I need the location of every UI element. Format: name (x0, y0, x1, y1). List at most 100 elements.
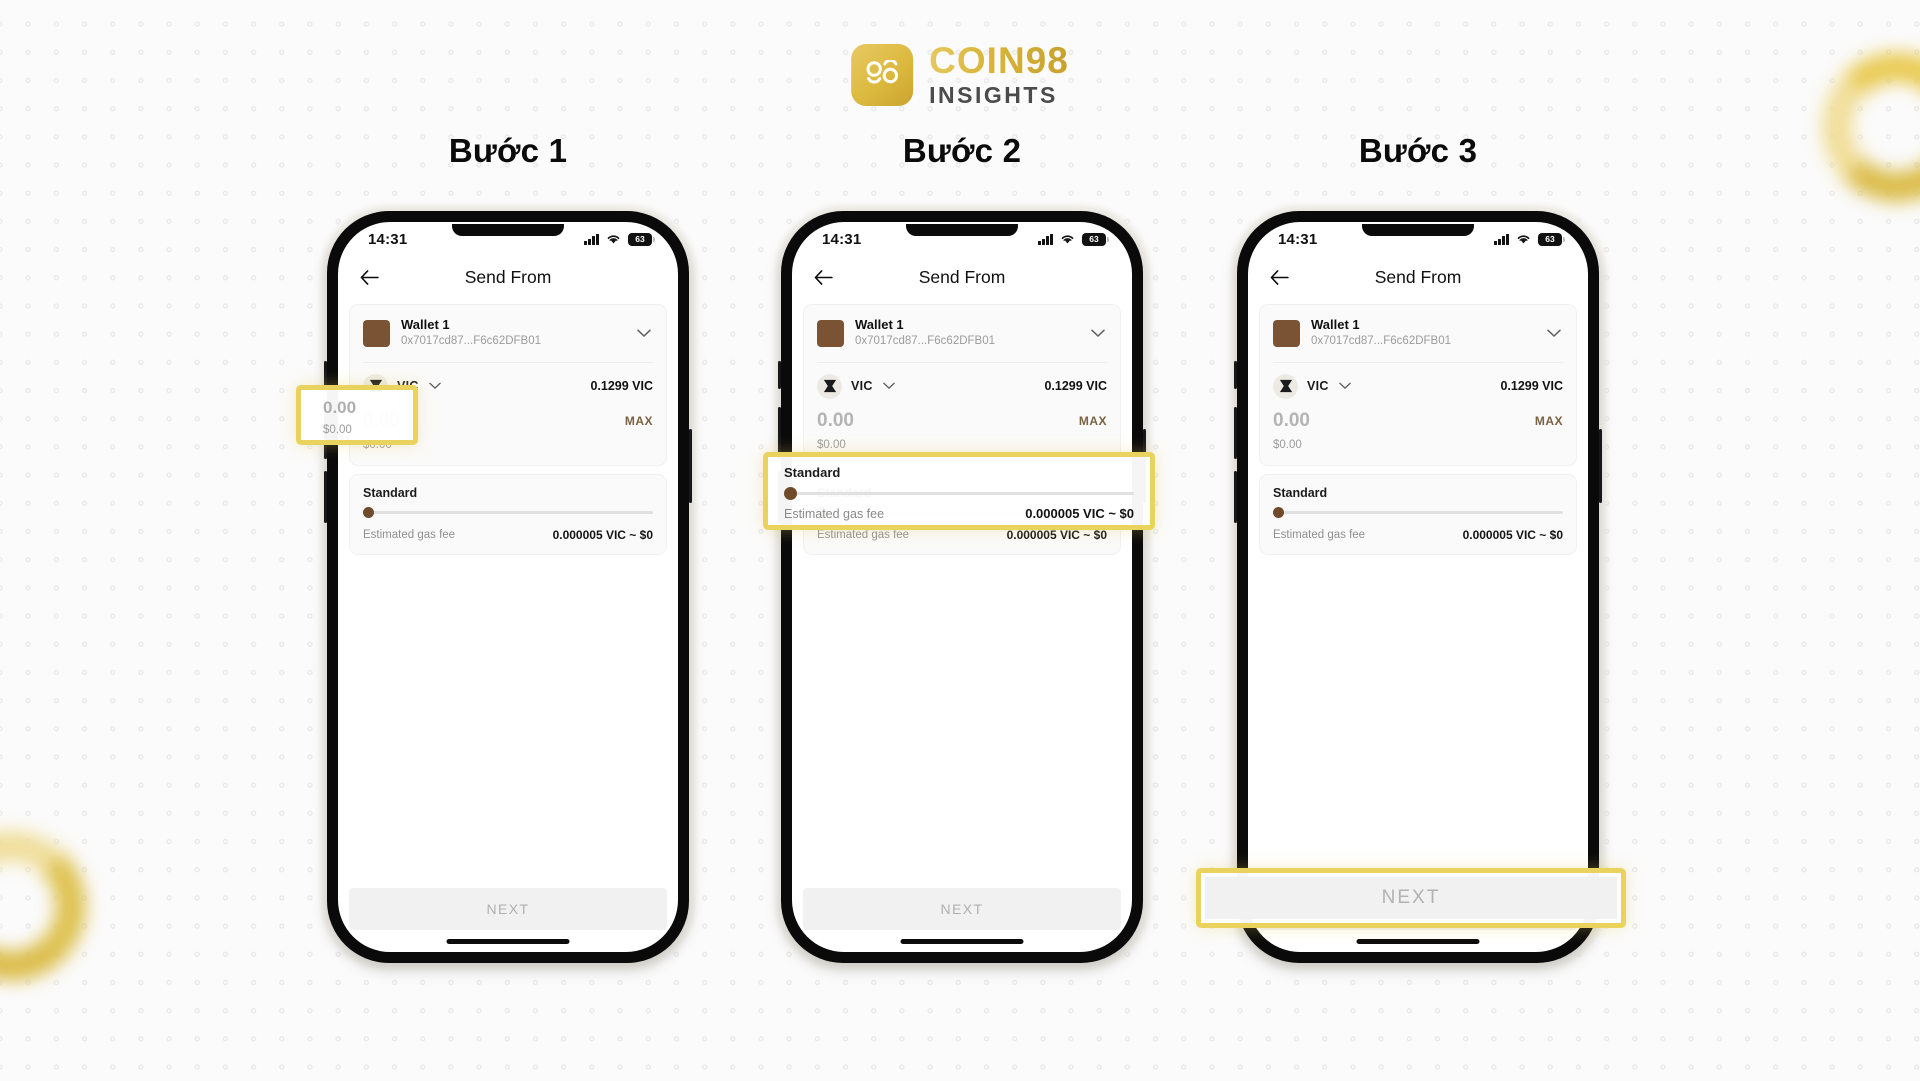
battery-icon: 63 (628, 232, 655, 246)
coin98-logo-icon (851, 43, 914, 106)
battery-level: 63 (1089, 234, 1099, 244)
token-selector-row[interactable]: VIC 0.1299 VIC (1273, 363, 1563, 402)
highlight-amount-field: 0.00 $0.00 (296, 385, 418, 445)
phone-mute-button[interactable] (1234, 361, 1237, 389)
chevron-down-icon[interactable] (1545, 324, 1563, 342)
wallet-name: Wallet 1 (401, 317, 450, 332)
status-icons: 63 (1494, 232, 1565, 246)
wifi-icon (607, 235, 620, 244)
gas-fee-value: 0.000005 VIC ~ $0 (552, 527, 653, 542)
chevron-down-icon[interactable] (428, 379, 443, 394)
gas-fee-card: Standard Estimated gas fee 0.000005 VIC … (349, 473, 667, 555)
highlight-amount-usd: $0.00 (323, 423, 352, 436)
gas-slider[interactable] (1273, 503, 1563, 523)
vic-token-icon (817, 373, 842, 399)
status-time: 14:31 (822, 230, 862, 248)
steps-container: Bước 1 14:31 63 Send From Wallet 1 0x701… (0, 0, 1920, 1081)
wallet-selector-row[interactable]: Wallet 1 0x7017cd87...F6c62DFB01 (1273, 305, 1563, 363)
highlight-gas-fee-row: Estimated gas fee 0.000005 VIC ~ $0 (784, 506, 1134, 521)
highlight-gas-slider-knob[interactable] (784, 486, 797, 500)
step-column-3: Bước 3 14:31 63 Send From Wallet 1 0x701… (1178, 0, 1658, 970)
chevron-down-icon[interactable] (1089, 324, 1107, 342)
send-from-card: Wallet 1 0x7017cd87...F6c62DFB01 (803, 304, 1121, 466)
gas-fee-label: Estimated gas fee (817, 528, 910, 541)
gas-slider-track (363, 511, 653, 515)
highlight-gas-slider-track (784, 491, 1134, 495)
nav-bar: Send From (792, 256, 1132, 298)
page-title: Send From (464, 266, 552, 287)
battery-icon: 63 (1538, 232, 1565, 246)
max-button[interactable]: MAX (1079, 414, 1107, 428)
wallet-selector-row[interactable]: Wallet 1 0x7017cd87...F6c62DFB01 (817, 305, 1107, 363)
brand-name: COIN98 (929, 40, 1069, 81)
page-root: COIN98 INSIGHTS Bước 1 14:31 63 Send Fro… (0, 0, 1920, 1081)
send-from-card: Wallet 1 0x7017cd87...F6c62DFB01 (1259, 304, 1577, 466)
phone-notch (452, 224, 564, 236)
nav-bar: Send From (338, 256, 678, 298)
brand-subtitle: INSIGHTS (929, 82, 1058, 108)
cellular-signal-icon (584, 233, 599, 245)
gas-fee-row: Estimated gas fee 0.000005 VIC ~ $0 (363, 523, 653, 554)
phone-mockup-3: 14:31 63 Send From Wallet 1 0x7017cd87..… (1231, 205, 1606, 970)
wallet-name: Wallet 1 (1311, 317, 1360, 332)
highlight-gas-fee-value: 0.000005 VIC ~ $0 (1025, 506, 1134, 521)
token-selector-row[interactable]: VIC 0.1299 VIC (817, 363, 1107, 402)
phone-volume-down-button[interactable] (324, 471, 327, 523)
gas-slider-knob[interactable] (363, 507, 374, 519)
max-button[interactable]: MAX (1535, 414, 1563, 428)
battery-level: 63 (635, 234, 645, 244)
wallet-avatar-icon (817, 319, 844, 347)
phone-volume-down-button[interactable] (1234, 471, 1237, 523)
chevron-down-icon[interactable] (1338, 379, 1353, 394)
phone-screen: 14:31 63 Send From Wallet 1 0x7017cd87..… (792, 222, 1132, 952)
chevron-down-icon[interactable] (635, 324, 653, 342)
wallet-avatar-icon (363, 319, 390, 347)
max-button[interactable]: MAX (625, 414, 653, 428)
step-title-1: Bước 1 (448, 132, 568, 169)
step-title-2: Bước 2 (902, 132, 1022, 169)
token-balance: 0.1299 VIC (1500, 379, 1563, 394)
amount-usd-value: $0.00 (817, 438, 846, 451)
highlight-next-label[interactable]: NEXT (1205, 877, 1617, 919)
token-symbol: VIC (1307, 379, 1329, 394)
next-button[interactable]: NEXT (349, 888, 667, 930)
phone-mockup-2: 14:31 63 Send From Wallet 1 0x7017cd87..… (775, 205, 1150, 970)
phone-power-button[interactable] (689, 429, 692, 503)
gas-fee-value: 0.000005 VIC ~ $0 (1462, 527, 1563, 542)
wallet-address: 0x7017cd87...F6c62DFB01 (855, 335, 996, 348)
status-icons: 63 (584, 232, 655, 246)
phone-screen: 14:31 63 Send From Wallet 1 0x7017cd87..… (1248, 222, 1588, 952)
highlight-gas-fee-label: Estimated gas fee (784, 506, 885, 521)
gas-slider[interactable] (363, 503, 653, 523)
gas-fee-row: Estimated gas fee 0.000005 VIC ~ $0 (1273, 523, 1563, 554)
amount-input-row[interactable]: 0.00 $0.00 MAX (1273, 402, 1563, 465)
token-balance: 0.1299 VIC (590, 379, 653, 394)
highlight-gas-fee-block: Standard Estimated gas fee 0.000005 VIC … (763, 452, 1155, 530)
battery-icon: 63 (1082, 232, 1109, 246)
back-arrow-icon[interactable] (1266, 264, 1292, 290)
gas-fee-label: Estimated gas fee (1273, 528, 1366, 541)
step-title-3: Bước 3 (1358, 132, 1478, 169)
nav-bar: Send From (1248, 256, 1588, 298)
gas-tier-label: Standard (1273, 485, 1328, 500)
wallet-avatar-icon (1273, 319, 1300, 347)
highlight-gas-slider[interactable] (784, 485, 1134, 501)
next-button[interactable]: NEXT (803, 888, 1121, 930)
brand-logo: COIN98 INSIGHTS (851, 42, 1069, 107)
back-arrow-icon[interactable] (810, 264, 836, 290)
app-body: Wallet 1 0x7017cd87...F6c62DFB01 (792, 298, 1132, 952)
amount-input[interactable]: 0.00 (1273, 410, 1535, 432)
home-indicator (446, 939, 570, 944)
phone-mute-button[interactable] (778, 361, 781, 389)
highlight-next-button: NEXT (1196, 868, 1626, 928)
back-arrow-icon[interactable] (356, 264, 382, 290)
wallet-selector-row[interactable]: Wallet 1 0x7017cd87...F6c62DFB01 (363, 305, 653, 363)
phone-notch (906, 224, 1018, 236)
gas-slider-knob[interactable] (1273, 507, 1284, 519)
amount-input[interactable]: 0.00 (817, 410, 1079, 432)
chevron-down-icon[interactable] (882, 379, 897, 394)
phone-volume-up-button[interactable] (1234, 407, 1237, 459)
phone-power-button[interactable] (1599, 429, 1602, 503)
